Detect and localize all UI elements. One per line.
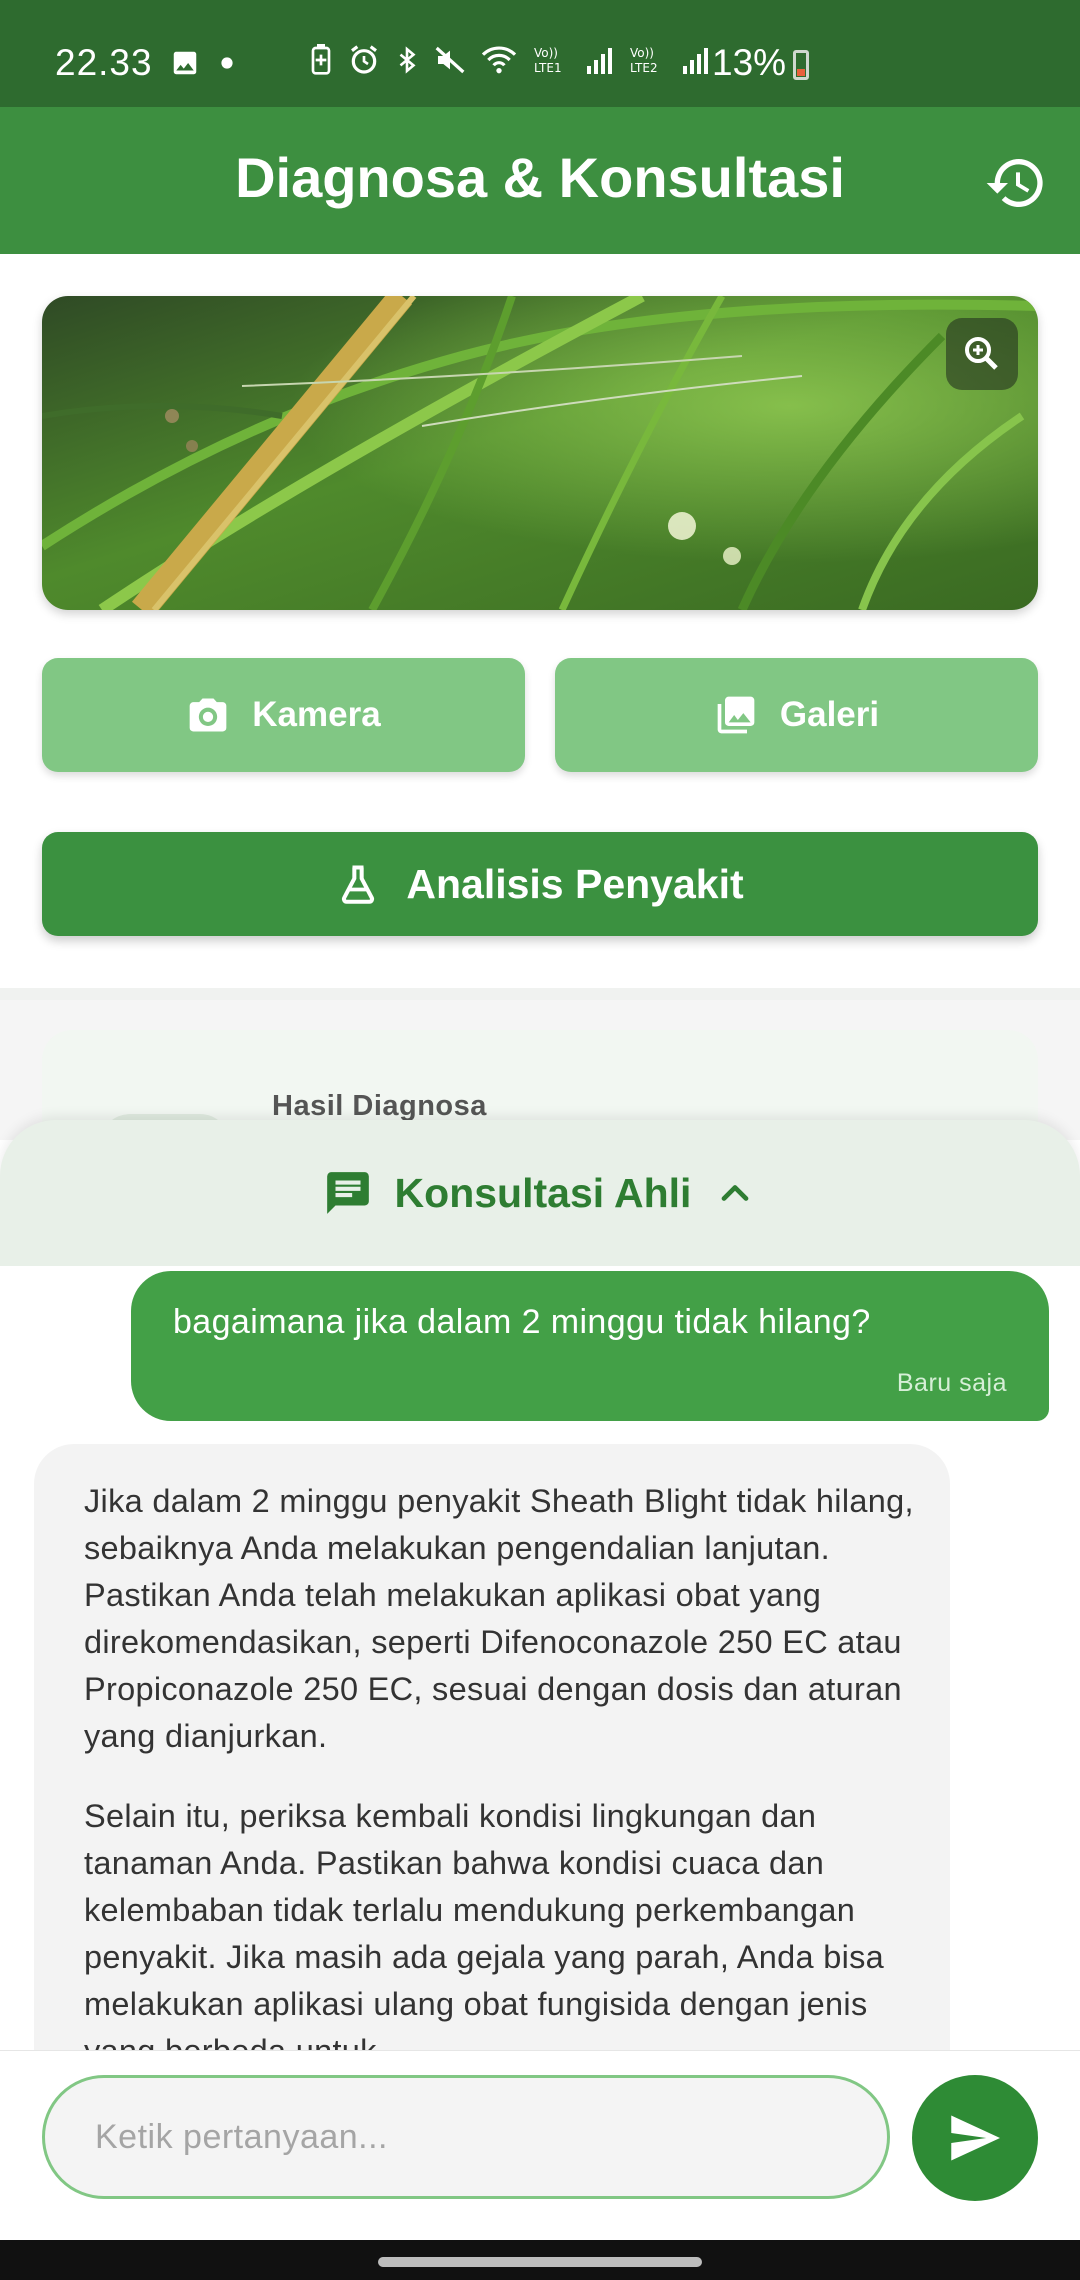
app-bar: Diagnosa & Konsultasi [0,107,1080,254]
svg-text:Vo)): Vo)) [534,46,558,60]
signal-icon [587,48,612,74]
expert-message: Jika dalam 2 minggu penyakit Sheath Blig… [34,1444,950,2050]
plant-photo [42,296,1038,610]
message-input-bar [0,2050,1080,2240]
send-button[interactable] [912,2075,1038,2201]
send-icon [951,2115,1000,2161]
svg-text:LTE1: LTE1 [534,61,562,75]
home-gesture-handle[interactable] [378,2257,702,2267]
signal-icon [683,48,708,74]
zoom-button[interactable] [946,318,1018,390]
svg-text:Vo)): Vo)) [630,46,654,60]
system-navigation-bar [0,2240,1080,2280]
bluetooth-icon [399,46,416,74]
gallery-label: Galeri [779,695,880,734]
consultation-title: Konsultasi Ahli [394,1169,692,1216]
message-time: Baru saja [896,1369,1007,1397]
expert-message-paragraph: Jika dalam 2 minggu penyakit Sheath Blig… [84,1483,914,1754]
wifi-icon [481,46,517,74]
chat-icon [326,1172,369,1214]
history-icon [986,159,1043,207]
battery-icon [793,50,809,80]
volte-lte1-icon: Vo))LTE1 [534,46,562,75]
analyze-disease-button[interactable]: Analisis Penyakit [42,832,1038,936]
battery-percent: 13% [712,42,787,83]
analyze-label: Analisis Penyakit [406,860,744,907]
chat-messages[interactable]: bagaimana jika dalam 2 minggu tidak hila… [0,1266,1080,2050]
volte-lte2-icon: Vo))LTE2 [630,46,658,75]
gallery-icon [717,696,755,734]
chevron-up-icon [722,1185,749,1201]
plant-photo-preview[interactable] [42,296,1038,610]
expert-message-paragraph: Selain itu, periksa kembali kondisi ling… [84,1798,885,2050]
user-message: bagaimana jika dalam 2 minggu tidak hila… [131,1271,1049,1421]
question-input[interactable] [42,2075,890,2199]
battery-saver-icon [311,44,331,75]
status-time: 22.33 [55,42,153,83]
system-icons: Vo)) LTE1 Vo)) LTE2 [308,44,710,76]
mute-icon [435,46,465,74]
image-icon [173,51,197,75]
page-title: Diagnosa & Konsultasi [235,146,845,209]
zoom-in-icon [965,337,998,370]
camera-icon [189,698,227,732]
status-bar: 22.33 Vo)) LTE1 Vo)) LTE2 13% [0,0,1080,107]
history-button[interactable] [984,151,1048,215]
camera-button[interactable]: Kamera [42,658,525,772]
user-message-text: bagaimana jika dalam 2 minggu tidak hila… [173,1303,871,1341]
svg-text:LTE2: LTE2 [630,61,658,75]
dot-icon [221,57,233,69]
alarm-icon [351,45,377,74]
notification-icons [170,48,234,78]
consultation-sheet-toggle[interactable]: Konsultasi Ahli [0,1120,1080,1266]
flask-icon [342,865,375,904]
result-label: Hasil Diagnosa [272,1090,487,1122]
gallery-button[interactable]: Galeri [555,658,1038,772]
camera-label: Kamera [252,695,381,734]
